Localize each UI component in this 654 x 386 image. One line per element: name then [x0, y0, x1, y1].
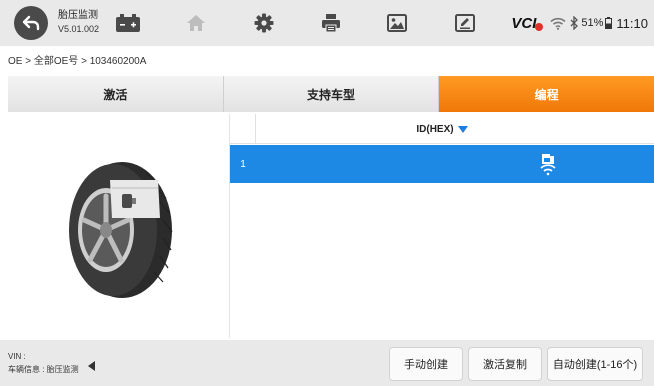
print-button[interactable]: [308, 7, 354, 39]
tab-bar: 激活 支持车型 编程: [8, 76, 654, 112]
battery-icon: [116, 14, 140, 32]
printer-icon: [322, 14, 340, 33]
bottom-bar: VIN : 车辆信息 : 胎压监测 手动创建 激活复制 自动创建(1-16个): [0, 340, 654, 386]
activate-copy-button[interactable]: 激活复制: [468, 347, 542, 381]
settings-button[interactable]: [241, 7, 287, 39]
auto-create-button[interactable]: 自动创建(1-16个): [547, 347, 643, 381]
status-bar: VCI 51% 11:10: [511, 13, 648, 33]
app-version: V5.01.002: [58, 24, 100, 34]
sort-down-icon: [457, 125, 468, 133]
id-hex-column-header[interactable]: ID(HEX): [230, 114, 654, 144]
obd-wireless-icon: [540, 154, 556, 176]
home-icon: [187, 15, 205, 31]
manual-create-button[interactable]: 手动创建: [389, 347, 463, 381]
tab-programming[interactable]: 编程: [439, 76, 654, 112]
vehicle-info: 车辆信息 : 胎压监测: [8, 365, 79, 374]
vci-disconnected-icon: [535, 22, 544, 31]
wifi-icon: [550, 17, 566, 30]
vin-label: VIN :: [8, 352, 26, 361]
back-arrow-icon: [22, 15, 40, 31]
clock: 11:10: [616, 15, 648, 31]
edit-icon: [455, 14, 475, 32]
battery-level-icon: [605, 17, 613, 29]
tire-sensor-image: [69, 162, 173, 298]
vci-label: VCI: [511, 14, 537, 32]
collapse-arrow-icon[interactable]: [88, 361, 95, 371]
screenshot-button[interactable]: [374, 7, 420, 39]
back-button[interactable]: [14, 6, 48, 40]
table-header: ID(HEX): [230, 114, 654, 144]
id-table: ID(HEX) 1: [230, 114, 654, 338]
row-index: 1: [240, 158, 246, 170]
home-button[interactable]: [173, 7, 219, 39]
breadcrumb: OE > 全部OE号 > 103460200A: [8, 56, 147, 67]
app-title: 胎压监测: [58, 10, 98, 21]
battery-percent: 51%: [581, 17, 604, 29]
top-toolbar: 胎压监测 V5.01.002 VCI 51% 11:10: [0, 0, 654, 46]
tab-activate[interactable]: 激活: [8, 76, 224, 112]
feedback-button[interactable]: [442, 7, 488, 39]
vci-status: VCI: [511, 14, 544, 32]
bluetooth-icon: [570, 16, 579, 30]
image-icon: [387, 14, 407, 32]
gear-icon: [254, 13, 274, 33]
table-row[interactable]: 1: [230, 145, 654, 183]
tab-supported-vehicles[interactable]: 支持车型: [223, 76, 440, 112]
sensor-image-panel: [8, 114, 230, 338]
id-hex-label: ID(HEX): [416, 123, 454, 135]
